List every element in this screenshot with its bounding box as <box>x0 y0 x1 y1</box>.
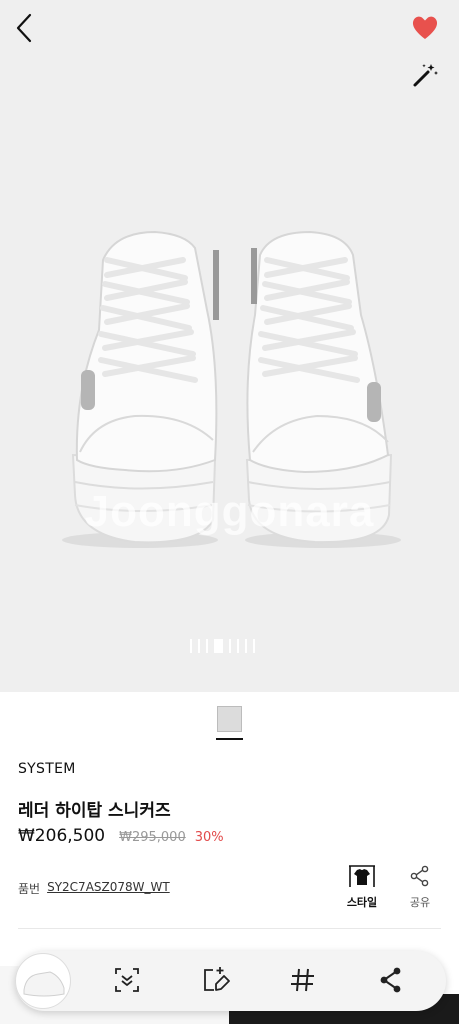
brand-name[interactable]: SYSTEM <box>18 761 76 777</box>
image-pager[interactable] <box>190 638 255 654</box>
watermark: Joonggonara <box>84 487 375 536</box>
pager-dot[interactable] <box>245 639 247 653</box>
pager-dot[interactable] <box>237 639 239 653</box>
pager-dot-active[interactable] <box>214 639 223 653</box>
back-arrow-icon <box>16 13 32 43</box>
color-swatch <box>217 706 242 732</box>
product-code-label: 품번 <box>18 882 41 896</box>
product-title: 레더 하이탑 스니커즈 <box>18 801 171 821</box>
heart-icon <box>412 16 438 39</box>
share-icon <box>380 967 401 993</box>
pager-dot[interactable] <box>198 639 200 653</box>
edit-tag-button[interactable] <box>200 965 230 995</box>
sale-price: ₩206,500 <box>18 826 106 846</box>
pager-dot[interactable] <box>206 639 208 653</box>
hashtag-icon <box>291 968 314 992</box>
price-row: ₩206,500 ₩295,000 30% <box>18 826 224 846</box>
favorite-button[interactable] <box>409 12 441 42</box>
pager-dot[interactable] <box>253 639 255 653</box>
product-hero[interactable]: Joonggonara <box>0 0 459 692</box>
style-tshirt-icon <box>349 865 375 887</box>
sneaker-thumbnail-image <box>23 971 65 997</box>
scan-button[interactable] <box>112 965 142 995</box>
edit-tag-icon <box>204 967 230 991</box>
original-price: ₩295,000 <box>119 830 186 845</box>
hashtag-button[interactable] <box>288 965 318 995</box>
pager-dot[interactable] <box>229 639 231 653</box>
back-button[interactable] <box>10 10 42 46</box>
swatch-selected-indicator <box>216 738 243 740</box>
toolbar-share-button[interactable] <box>376 965 406 995</box>
style-button[interactable]: 스타일 <box>339 864 385 912</box>
share-button[interactable]: 공유 <box>399 864 441 912</box>
magic-wand-button[interactable] <box>410 60 440 90</box>
style-label: 스타일 <box>346 896 378 909</box>
image-thumbnail[interactable] <box>15 953 71 1009</box>
color-option-selected[interactable] <box>216 706 243 740</box>
discount-rate: 30% <box>194 830 224 845</box>
scan-icon <box>115 968 139 992</box>
divider <box>18 928 441 929</box>
magic-wand-icon <box>413 64 438 87</box>
product-code[interactable]: SY2C7ASZ078W_WT <box>47 880 170 897</box>
share-label: 공유 <box>409 896 431 909</box>
product-code-row: 품번 SY2C7ASZ078W_WT <box>18 880 170 897</box>
share-icon <box>410 865 429 887</box>
pager-dot[interactable] <box>190 639 192 653</box>
